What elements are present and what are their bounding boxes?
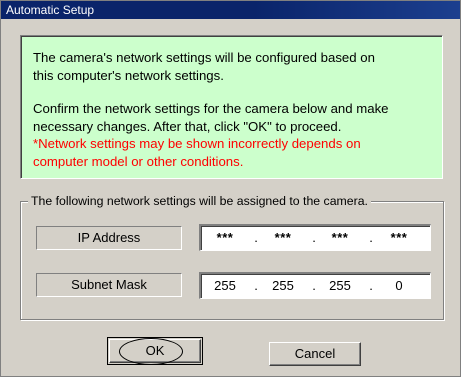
cancel-button[interactable]: Cancel [269,342,361,366]
warning-line-1: *Network settings may be shown incorrect… [33,136,361,151]
mask-separator: . [312,278,316,293]
ip-separator: . [312,230,316,245]
warning-line-2: computer model or other conditions. [33,153,244,169]
ok-button[interactable]: OK [109,339,201,363]
info-panel: The camera's network settings will be co… [20,35,443,179]
mask-separator: . [369,278,373,293]
automatic-setup-dialog: Automatic Setup The camera's network set… [0,0,461,377]
ip-address-label: IP Address [36,226,182,250]
mask-octet-2[interactable]: 255 [263,278,303,294]
subnet-mask-label: Subnet Mask [36,273,182,297]
instruction-line-2: necessary changes. After that, click "OK… [33,118,342,134]
ip-separator: . [369,230,373,245]
ip-octet-4[interactable]: *** [379,230,419,246]
subnet-mask-field[interactable]: 255 . 255 . 255 . 0 [199,272,431,299]
mask-separator: . [254,278,258,293]
instruction-text: Confirm the network settings for the cam… [33,100,389,170]
intro-line-1: The camera's network settings will be co… [33,50,375,65]
mask-octet-4[interactable]: 0 [379,278,419,294]
ip-octet-3[interactable]: *** [320,230,360,246]
network-settings-group: The following network settings will be a… [20,193,444,320]
ip-octet-1[interactable]: *** [205,230,245,246]
ip-address-field[interactable]: *** . *** . *** . *** [199,224,431,251]
instruction-line-1: Confirm the network settings for the cam… [33,101,389,116]
mask-octet-1[interactable]: 255 [205,278,245,294]
window-title: Automatic Setup [6,3,95,17]
intro-text: The camera's network settings will be co… [33,49,375,84]
group-label: The following network settings will be a… [28,193,371,209]
mask-octet-3[interactable]: 255 [320,278,360,294]
title-bar[interactable]: Automatic Setup [1,1,460,19]
intro-line-2: this computer's network settings. [33,67,224,83]
ip-octet-2[interactable]: *** [263,230,303,246]
ip-separator: . [254,230,258,245]
